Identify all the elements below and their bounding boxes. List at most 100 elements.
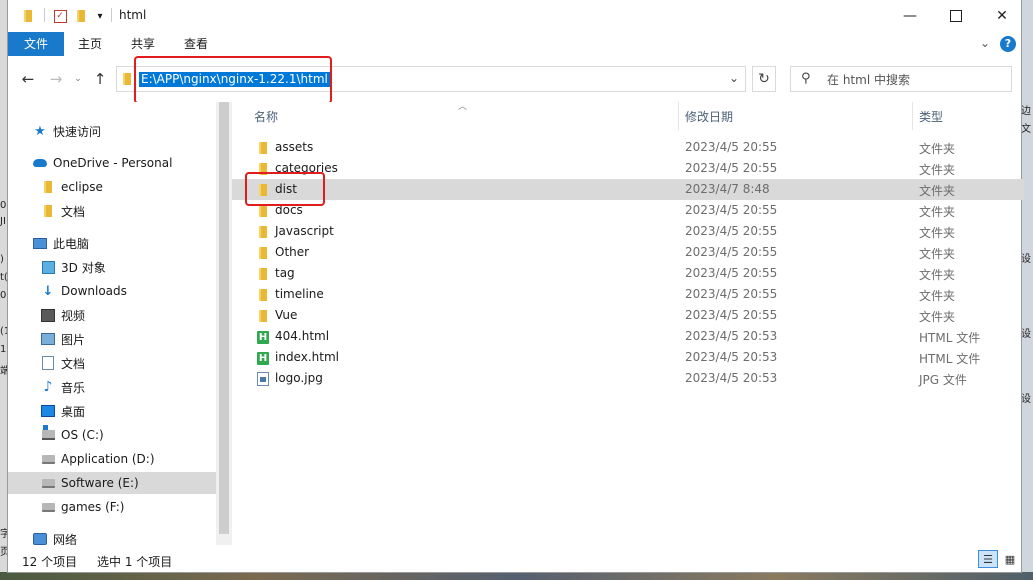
tab-home[interactable]: 主页 bbox=[66, 32, 114, 56]
column-divider[interactable] bbox=[912, 102, 913, 130]
sidebar-item-onedrive[interactable]: OneDrive - Personal bbox=[8, 152, 216, 174]
column-header-name[interactable]: 名称 bbox=[254, 102, 674, 130]
expand-ribbon-icon[interactable]: ⌄ bbox=[980, 36, 990, 50]
file-name: index.html bbox=[275, 350, 339, 364]
large-icons-view-button[interactable]: ▦ bbox=[1000, 550, 1020, 568]
sidebar-item-label: OneDrive - Personal bbox=[53, 156, 173, 170]
column-divider[interactable] bbox=[678, 102, 679, 130]
search-icon: ⚲ bbox=[801, 71, 811, 86]
search-box[interactable]: ⚲ bbox=[790, 66, 1012, 92]
cloud-icon bbox=[33, 156, 47, 170]
file-name: assets bbox=[275, 140, 314, 154]
column-header-type[interactable]: 类型 bbox=[919, 102, 1019, 130]
sidebar-item-music[interactable]: ♪ 音乐 bbox=[8, 376, 216, 398]
navigation-pane: ★ 快速访问 OneDrive - Personal eclipse 文档 此电… bbox=[8, 102, 216, 547]
sidebar-item-label: games (F:) bbox=[61, 500, 125, 514]
table-row[interactable]: timeline 2023/4/5 20:55 文件夹 bbox=[232, 284, 1024, 305]
sidebar-item-label: 此电脑 bbox=[53, 236, 90, 251]
sidebar-item-drive-c[interactable]: OS (C:) bbox=[8, 424, 216, 446]
tab-view[interactable]: 查看 bbox=[172, 32, 220, 56]
sidebar-item-downloads[interactable]: ↓ Downloads bbox=[8, 280, 216, 302]
sidebar-item-drive-e[interactable]: Software (E:) bbox=[8, 472, 216, 494]
folder-icon bbox=[256, 141, 270, 155]
back-button[interactable]: ← bbox=[18, 69, 38, 89]
file-name: Javascript bbox=[275, 224, 334, 238]
sidebar-item-desktop[interactable]: 桌面 bbox=[8, 400, 216, 422]
folder-icon bbox=[256, 204, 270, 218]
file-date: 2023/4/5 20:55 bbox=[685, 266, 778, 280]
computer-icon bbox=[33, 236, 47, 250]
sidebar-item-label: Application (D:) bbox=[61, 452, 155, 466]
download-icon: ↓ bbox=[42, 283, 54, 299]
table-row[interactable]: tag 2023/4/5 20:55 文件夹 bbox=[232, 263, 1024, 284]
file-date: 2023/4/5 20:55 bbox=[685, 161, 778, 175]
table-row[interactable]: Other 2023/4/5 20:55 文件夹 bbox=[232, 242, 1024, 263]
table-row[interactable]: docs 2023/4/5 20:55 文件夹 bbox=[232, 200, 1024, 221]
background-text: 0 bbox=[0, 200, 7, 211]
minimize-button[interactable]: — bbox=[887, 0, 933, 32]
table-row[interactable]: H 404.html 2023/4/5 20:53 HTML 文件 bbox=[232, 326, 1024, 347]
new-folder-icon[interactable] bbox=[74, 8, 88, 24]
star-icon: ★ bbox=[34, 123, 46, 139]
column-header-date[interactable]: 修改日期 bbox=[685, 102, 905, 130]
documents-icon bbox=[41, 356, 55, 370]
large-icons-view-icon: ▦ bbox=[1004, 552, 1016, 566]
scrollbar-thumb[interactable] bbox=[219, 102, 229, 534]
sidebar-item-this-pc[interactable]: 此电脑 bbox=[8, 232, 216, 254]
folder-icon bbox=[256, 309, 270, 323]
background-text: 文 bbox=[1021, 124, 1031, 135]
address-dropdown-icon[interactable]: ⌄ bbox=[729, 71, 739, 85]
folder-icon bbox=[256, 246, 270, 260]
table-row[interactable]: Vue 2023/4/5 20:55 文件夹 bbox=[232, 305, 1024, 326]
refresh-button[interactable]: ↻ bbox=[752, 66, 776, 92]
help-icon[interactable]: ? bbox=[1000, 36, 1016, 52]
image-file-icon bbox=[256, 372, 270, 386]
customize-toolbar-icon[interactable]: ▾ bbox=[94, 8, 106, 24]
sidebar-scrollbar[interactable] bbox=[216, 102, 232, 545]
sidebar-item-label: 图片 bbox=[61, 332, 86, 347]
close-button[interactable]: ✕ bbox=[979, 0, 1025, 32]
properties-icon[interactable]: ✓ bbox=[52, 8, 68, 24]
desktop-icon bbox=[41, 404, 55, 418]
annotation-highlight-address bbox=[134, 56, 332, 104]
maximize-button[interactable] bbox=[933, 0, 979, 32]
table-row[interactable]: Javascript 2023/4/5 20:55 文件夹 bbox=[232, 221, 1024, 242]
file-type: 文件夹 bbox=[919, 205, 956, 219]
drive-icon bbox=[41, 452, 55, 466]
background-text: 0 bbox=[0, 290, 7, 301]
title-bar: ✓ ▾ html — ✕ bbox=[8, 0, 1021, 32]
sidebar-item-documents[interactable]: 文档 bbox=[8, 352, 216, 374]
file-list: ︿ 名称 修改日期 类型 assets 2023/4/5 20:55 文件夹 c… bbox=[232, 102, 1024, 545]
sidebar-item-eclipse[interactable]: eclipse bbox=[8, 176, 216, 198]
file-type: 文件夹 bbox=[919, 142, 956, 156]
table-row[interactable]: H index.html 2023/4/5 20:53 HTML 文件 bbox=[232, 347, 1024, 368]
selected-count: 选中 1 个项目 bbox=[97, 555, 173, 569]
sidebar-item-label: 音乐 bbox=[61, 380, 86, 395]
folder-icon bbox=[256, 225, 270, 239]
forward-button[interactable]: → bbox=[46, 69, 66, 89]
sidebar-item-3d-objects[interactable]: 3D 对象 bbox=[8, 256, 216, 278]
system-drive-icon bbox=[41, 425, 55, 442]
tab-file[interactable]: 文件 bbox=[8, 32, 64, 56]
file-name: Other bbox=[275, 245, 310, 259]
sidebar-item-drive-d[interactable]: Application (D:) bbox=[8, 448, 216, 470]
background-text: 边 bbox=[1021, 106, 1031, 117]
sidebar-item-pictures[interactable]: 图片 bbox=[8, 328, 216, 350]
sidebar-item-onedrive-documents[interactable]: 文档 bbox=[8, 200, 216, 222]
sidebar-item-drive-f[interactable]: games (F:) bbox=[8, 496, 216, 518]
tab-share[interactable]: 共享 bbox=[120, 32, 166, 56]
3d-objects-icon bbox=[41, 260, 55, 274]
table-row[interactable]: assets 2023/4/5 20:55 文件夹 bbox=[232, 137, 1024, 158]
table-row[interactable]: logo.jpg 2023/4/5 20:53 JPG 文件 bbox=[232, 368, 1024, 389]
details-view-button[interactable]: ☰ bbox=[978, 550, 998, 568]
table-row-selected[interactable]: dist 2023/4/7 8:48 文件夹 bbox=[232, 179, 1024, 200]
table-row[interactable]: categories 2023/4/5 20:55 文件夹 bbox=[232, 158, 1024, 179]
sidebar-item-videos[interactable]: 视频 bbox=[8, 304, 216, 326]
file-type: 文件夹 bbox=[919, 310, 956, 324]
up-button[interactable]: ↑ bbox=[90, 69, 110, 89]
recent-locations-icon[interactable]: ⌄ bbox=[68, 69, 88, 89]
search-input[interactable] bbox=[825, 70, 1009, 90]
sidebar-item-quick-access[interactable]: ★ 快速访问 bbox=[8, 120, 216, 142]
background-text: JI bbox=[0, 216, 6, 227]
sidebar-item-label: Downloads bbox=[61, 284, 127, 298]
